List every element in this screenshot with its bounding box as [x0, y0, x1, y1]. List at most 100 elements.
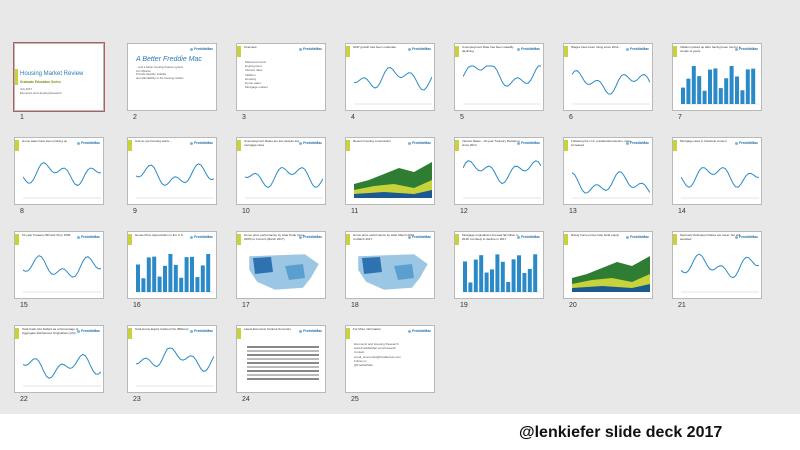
- slide-number: 8: [20, 208, 24, 215]
- accent-bar: [237, 140, 241, 151]
- slide-number: 21: [678, 302, 686, 309]
- slide-body: [572, 60, 650, 106]
- slide-thumbnail-21[interactable]: Seriously Delinquent Rates are lower, bu…: [672, 231, 762, 299]
- accent-bar: [346, 46, 350, 57]
- freddie-mac-logo: FreddieMac: [299, 329, 322, 333]
- slide-number: 16: [133, 302, 141, 309]
- slide-thumbnail-6[interactable]: Wages have been rising since 2014... Fre…: [563, 43, 653, 111]
- slide-thumbnail-8[interactable]: Home sales have been picking up FreddieM…: [14, 137, 104, 205]
- slide-title: Unemployment Rates are low despite low m…: [244, 140, 300, 147]
- freddie-mac-logo: FreddieMac: [408, 235, 431, 239]
- us-map-icon: [248, 253, 320, 291]
- slide-thumbnail-16[interactable]: House Price Appreciation in the U.S. Fre…: [127, 231, 217, 299]
- slide-thumbnail-1[interactable]: Housing Market Review Graduate Education…: [13, 42, 105, 112]
- accent-bar: [346, 328, 350, 339]
- slide-body: [463, 248, 541, 294]
- accent-bar: [346, 140, 350, 151]
- slide-thumbnail-9[interactable]: And so are housing starts... FreddieMac: [127, 137, 217, 205]
- chart-icon: [354, 66, 432, 105]
- slide-thumbnail-13[interactable]: Following the U.S. presidential election…: [563, 137, 653, 205]
- us-map-icon: [357, 253, 429, 291]
- slide-body: [354, 154, 432, 200]
- slide-number: 7: [678, 114, 682, 121]
- accent-bar: [128, 140, 132, 151]
- freddie-mac-logo: FreddieMac: [517, 235, 540, 239]
- slide-thumbnail-24[interactable]: Latest Economic Outlook Summary FreddieM…: [236, 325, 326, 393]
- freddie-mac-logo: FreddieMac: [190, 141, 213, 145]
- slide-thumbnail-2[interactable]: FreddieMac A Better Freddie Mac ...and a…: [127, 43, 217, 111]
- accent-bar: [15, 140, 19, 151]
- area-chart-icon: [354, 162, 432, 198]
- slide-title: Latest Economic Outlook Summary: [244, 328, 292, 331]
- slide-title: Home sales have been picking up: [22, 140, 68, 143]
- slide-number: 13: [569, 208, 577, 215]
- chart-icon: [572, 171, 650, 199]
- slide-title: Recent housing construction: [353, 140, 391, 143]
- accent-bar: [237, 234, 241, 245]
- freddie-mac-logo: FreddieMac: [626, 235, 649, 239]
- accent-bar: [15, 328, 19, 339]
- slide-body: [354, 60, 432, 106]
- slide-body: [681, 248, 759, 294]
- slide-number: 2: [133, 114, 137, 121]
- slide-thumbnail-22[interactable]: Total Cash-Out Dollars as a Percentage o…: [14, 325, 104, 393]
- slide-title: And so are housing starts...: [135, 140, 172, 143]
- area-chart-icon: [572, 256, 650, 292]
- slide-number: 23: [133, 396, 141, 403]
- freddie-mac-logo: FreddieMac: [735, 47, 758, 51]
- accent-bar: [237, 46, 241, 57]
- slide-thumbnail-12[interactable]: Interest Rates - 10-year Treasury Declar…: [454, 137, 544, 205]
- slide-number: 22: [20, 396, 28, 403]
- slide-body: Macroeconomic Employment Interest rates Inf…: [245, 60, 323, 106]
- slide-body: [245, 342, 323, 388]
- bullet-item: @FreddieMac: [354, 363, 373, 368]
- chart-icon: [136, 347, 214, 387]
- accent-bar: [15, 69, 18, 85]
- slide-number: 17: [242, 302, 250, 309]
- slide-number: 24: [242, 396, 250, 403]
- chart-icon: [463, 160, 541, 199]
- bullet-item: Mortgage market: [245, 85, 268, 90]
- bullet-list: Macroeconomic Employment Interest rates Inf…: [245, 60, 323, 89]
- slide-body: [463, 60, 541, 106]
- meta-line: Economic and Housing Research: [20, 90, 62, 95]
- slide-thumbnail-23[interactable]: Total Home Equity Cashed Out (Billions) …: [127, 325, 217, 393]
- slide-thumbnail-17[interactable]: Home price performance by state Peak (Ju…: [236, 231, 326, 299]
- freddie-mac-logo: FreddieMac: [77, 235, 100, 239]
- slide-body: [23, 154, 101, 200]
- accent-bar: [455, 46, 459, 57]
- slide-thumbnail-3[interactable]: Overview FreddieMac Macroeconomic Employm…: [236, 43, 326, 111]
- accent-bar: [673, 46, 677, 57]
- bar-chart-icon: [681, 66, 759, 105]
- slide-thumbnail-25[interactable]: For More Information FreddieMac Economic…: [345, 325, 435, 393]
- slide-thumbnail-11[interactable]: Recent housing construction FreddieMac: [345, 137, 435, 205]
- accent-bar: [673, 140, 677, 151]
- accent-bar: [237, 328, 241, 339]
- freddie-mac-logo: FreddieMac: [190, 329, 213, 333]
- slide-number: 10: [242, 208, 250, 215]
- slide-body: [245, 248, 323, 294]
- slide-title: Mortgage originations forecast $2 trilli…: [462, 234, 519, 241]
- slide-thumbnail-5[interactable]: Unemployment Rate has been steadily decl…: [454, 43, 544, 111]
- freddie-mac-logo: FreddieMac: [626, 141, 649, 145]
- slide-number: 11: [351, 208, 359, 215]
- bar-chart-icon: [136, 254, 214, 293]
- accent-bar: [564, 234, 568, 245]
- slide-thumbnail-14[interactable]: Mortgage rates in historical context Fre…: [672, 137, 762, 205]
- slide-thumbnail-18[interactable]: Home price performance by state March 20…: [345, 231, 435, 299]
- slide-title: Following the U.S. presidential election…: [571, 140, 632, 147]
- slide-thumbnail-7[interactable]: Inflation picked up after having been lo…: [672, 43, 762, 111]
- chart-icon: [572, 70, 650, 105]
- slide-thumbnail-10[interactable]: Unemployment Rates are low despite low m…: [236, 137, 326, 205]
- freddie-mac-logo: FreddieMac: [517, 47, 540, 51]
- slide-number: 6: [569, 114, 573, 121]
- slide-thumbnail-19[interactable]: Mortgage originations forecast $2 trilli…: [454, 231, 544, 299]
- table-icon: [247, 346, 319, 380]
- slide-title: Seriously Delinquent Rates are lower, bu…: [680, 234, 741, 241]
- slide-thumbnail-4[interactable]: GDP growth has been moderate FreddieMac: [345, 43, 435, 111]
- freddie-mac-logo: FreddieMac: [408, 141, 431, 145]
- slide-thumbnail-20[interactable]: Rising home prices help build equity Fre…: [563, 231, 653, 299]
- accent-bar: [455, 234, 459, 245]
- slide-thumbnail-15[interactable]: 10-year Treasury Bill and 30-yr FRM Fred…: [14, 231, 104, 299]
- slide-title: A Better Freddie Mac: [136, 56, 202, 63]
